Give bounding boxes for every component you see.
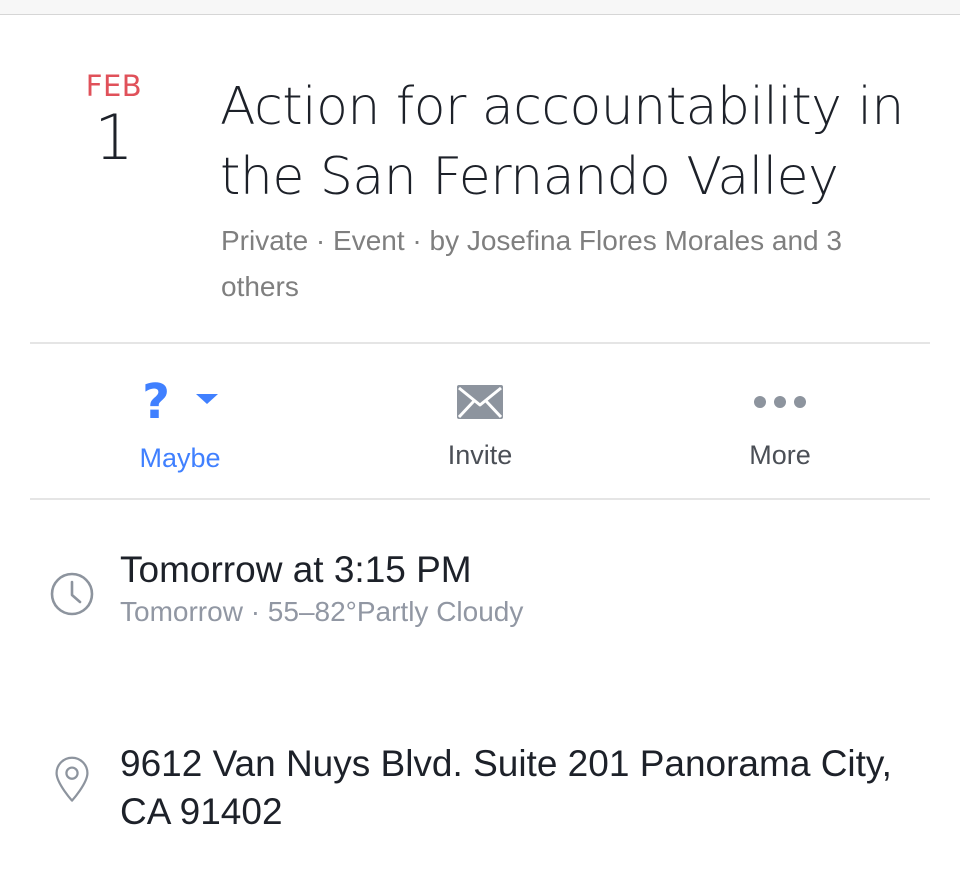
maybe-label: Maybe — [139, 443, 221, 473]
event-time: Tomorrow at 3:15 PM — [120, 549, 472, 590]
more-dots-icon — [754, 396, 806, 408]
more-icon-wrap — [630, 374, 930, 430]
more-label: More — [749, 440, 811, 470]
event-date-day: 1 — [94, 101, 134, 174]
event-title: Action for accountability in the San Fer… — [220, 77, 904, 207]
event-address: 9612 Van Nuys Blvd. Suite 201 Panorama C… — [120, 743, 892, 832]
invite-button[interactable]: Invite — [330, 344, 630, 498]
maybe-icon-wrap: ? — [30, 374, 330, 430]
event-date-month: FEB — [85, 69, 143, 103]
event-date: FEB 1 — [60, 68, 168, 170]
clock-icon — [50, 572, 94, 616]
invite-icon-wrap — [330, 374, 630, 430]
chevron-down-icon — [195, 394, 218, 404]
maybe-button[interactable]: ? Maybe — [30, 344, 330, 498]
envelope-icon — [457, 385, 503, 419]
location-pin-icon — [55, 756, 89, 802]
event-weather: Tomorrow · 55–82°Partly Cloudy — [120, 596, 524, 627]
invite-label: Invite — [447, 440, 513, 470]
more-button[interactable]: More — [630, 344, 930, 498]
event-meta[interactable]: Private · Event · by Josefina Flores Mor… — [221, 218, 921, 310]
top-edge — [0, 0, 960, 15]
divider — [30, 498, 930, 500]
event-actions-bar: ? Maybe Invite More — [30, 344, 930, 498]
question-mark-icon: ? — [142, 374, 170, 430]
